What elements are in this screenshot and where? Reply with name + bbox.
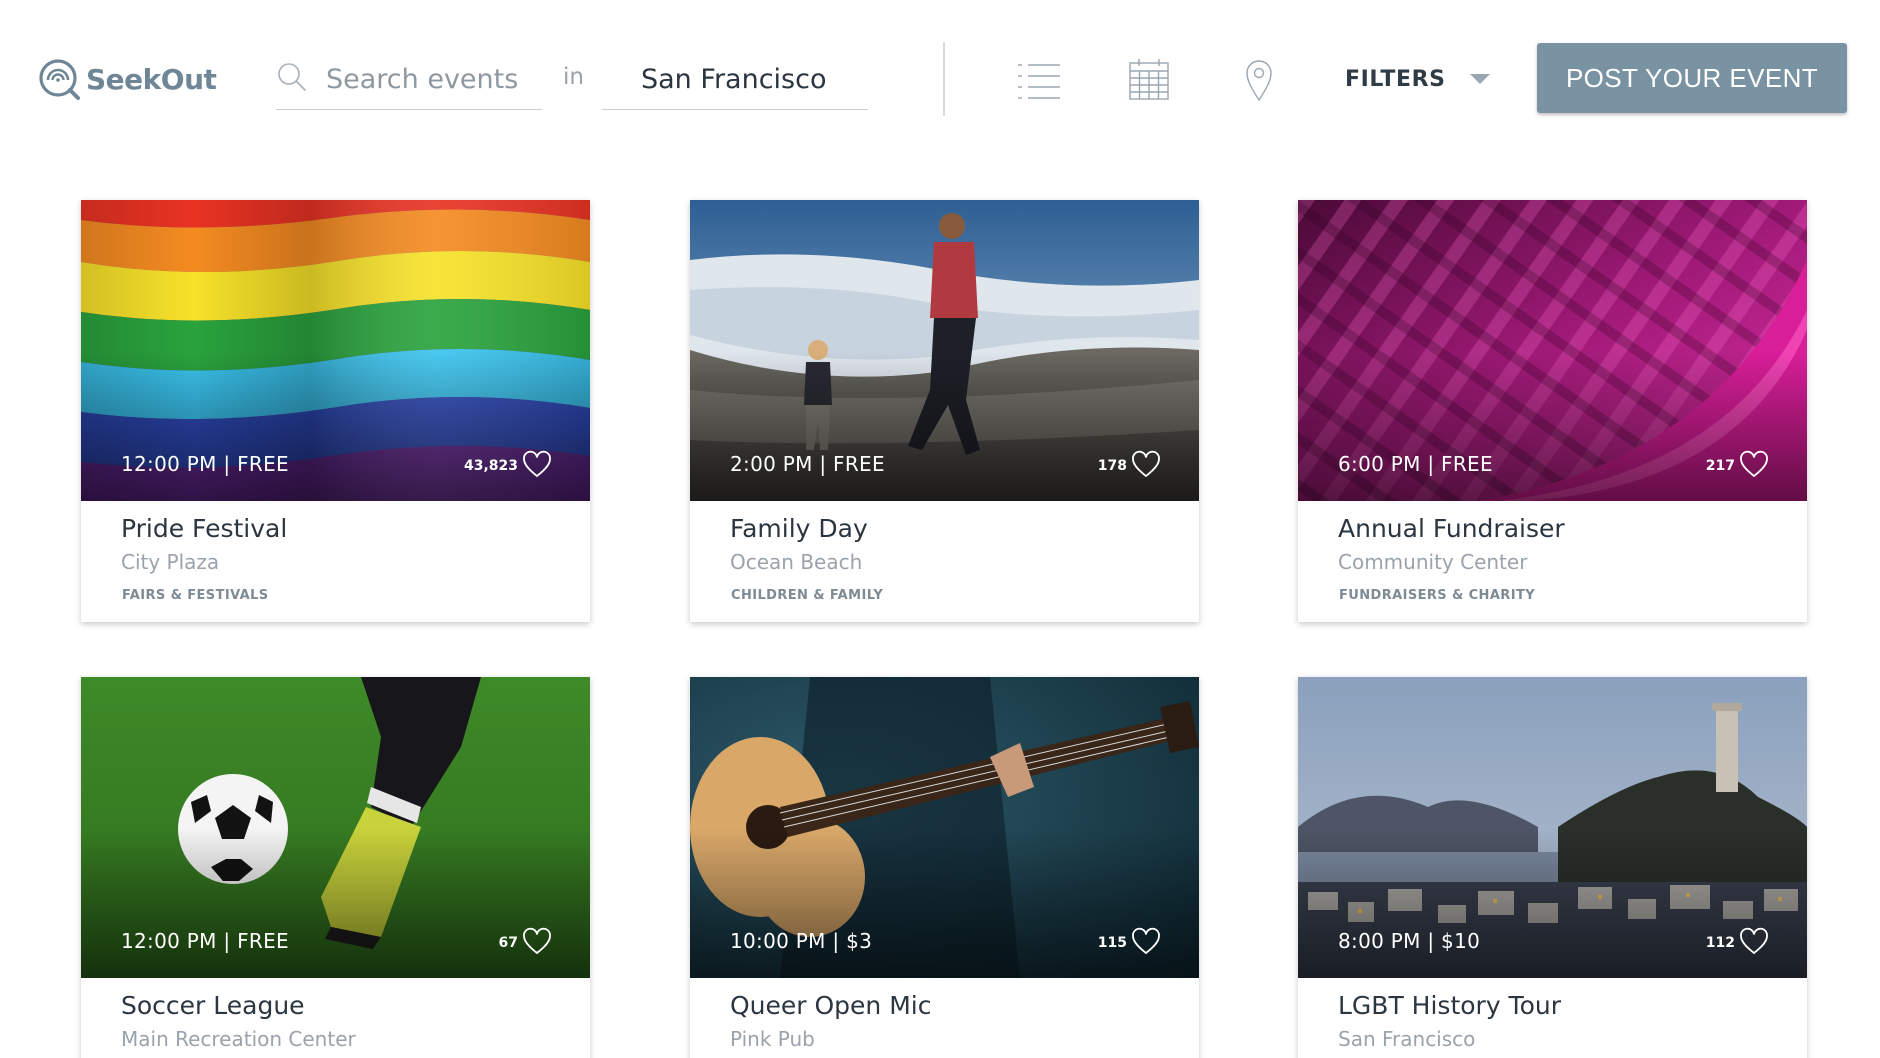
like-count: 217 [1705,458,1735,474]
event-title: Annual Fundraiser [1338,514,1565,543]
event-venue: Ocean Beach [730,550,863,574]
event-time-price: 8:00 PM | $10 [1338,929,1481,953]
event-category: FAIRS & FESTIVALS [122,588,269,603]
event-title: Soccer League [121,991,305,1020]
heart-icon[interactable] [522,450,552,478]
event-time-price: 2:00 PM | FREE [730,452,885,476]
event-title: Pride Festival [121,514,288,543]
heart-icon[interactable] [522,927,552,955]
event-title: Queer Open Mic [730,991,932,1020]
event-venue: City Plaza [121,550,220,574]
event-category: FUNDRAISERS & CHARITY [1339,588,1536,603]
event-card[interactable]: 12:00 PM | FREE 67 Soccer League Main Re… [81,677,590,1058]
heart-icon[interactable] [1131,450,1161,478]
event-card[interactable]: 12:00 PM | FREE 43,823 Pride Festival Ci… [81,200,590,622]
like-count: 178 [1097,458,1127,474]
event-card[interactable]: 8:00 PM | $10 112 LGBT History Tour San … [1298,677,1807,1058]
event-title: Family Day [730,514,868,543]
event-venue: Community Center [1338,550,1528,574]
event-venue: Main Recreation Center [121,1027,356,1051]
heart-icon[interactable] [1131,927,1161,955]
heart-icon[interactable] [1739,927,1769,955]
event-title: LGBT History Tour [1338,991,1561,1020]
like-count: 112 [1705,935,1735,951]
event-grid: 12:00 PM | FREE 43,823 Pride Festival Ci… [0,0,1880,1058]
event-time-price: 12:00 PM | FREE [121,452,289,476]
event-venue: San Francisco [1338,1027,1476,1051]
like-count: 115 [1097,935,1127,951]
event-card[interactable]: 2:00 PM | FREE 178 Family Day Ocean Beac… [690,200,1199,622]
event-time-price: 6:00 PM | FREE [1338,452,1493,476]
event-venue: Pink Pub [730,1027,815,1051]
event-time-price: 12:00 PM | FREE [121,929,289,953]
heart-icon[interactable] [1739,450,1769,478]
event-card[interactable]: 10:00 PM | $3 115 Queer Open Mic Pink Pu… [690,677,1199,1058]
like-count: 43,823 [463,458,518,474]
like-count: 67 [498,935,518,951]
event-category: CHILDREN & FAMILY [731,588,884,603]
event-card[interactable]: 6:00 PM | FREE 217 Annual Fundraiser Com… [1298,200,1807,622]
event-time-price: 10:00 PM | $3 [730,929,873,953]
